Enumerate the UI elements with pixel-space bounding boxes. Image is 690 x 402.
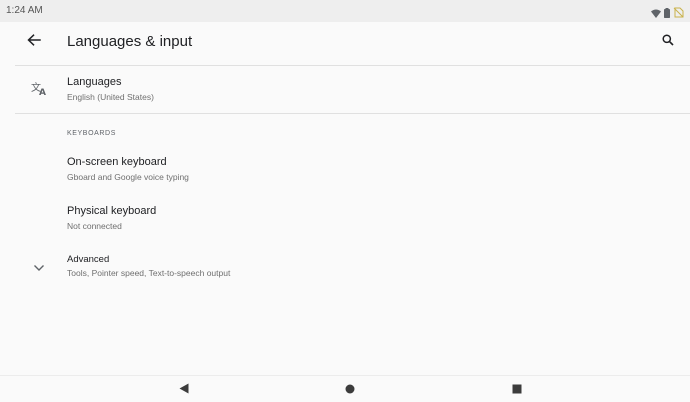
navigation-bar (0, 375, 690, 402)
nav-recents-button[interactable] (511, 384, 523, 396)
home-circle-icon (345, 381, 355, 399)
divider (15, 113, 690, 114)
page-title: Languages & input (67, 33, 193, 50)
advanced-summary: Tools, Pointer speed, Text-to-speech out… (67, 268, 231, 278)
back-button[interactable] (22, 30, 46, 54)
recents-square-icon (512, 381, 522, 399)
advanced-title: Advanced (67, 254, 110, 265)
physical-keyboard-title: Physical keyboard (67, 205, 157, 217)
back-triangle-icon (179, 381, 189, 399)
status-time: 1:24 AM (6, 5, 43, 16)
svg-text:A: A (39, 88, 46, 96)
languages-summary: English (United States) (67, 92, 154, 102)
on-screen-keyboard-item[interactable]: On-screen keyboard Gboard and Google voi… (0, 148, 690, 192)
arrow-back-icon (27, 33, 41, 51)
keyboards-category-header: KEYBOARDS (67, 130, 116, 137)
search-button[interactable] (656, 30, 680, 54)
physical-keyboard-item[interactable]: Physical keyboard Not connected (0, 197, 690, 241)
status-icons (651, 5, 684, 23)
app-bar: Languages & input (0, 22, 690, 65)
advanced-item[interactable]: Advanced Tools, Pointer speed, Text-to-s… (0, 248, 690, 288)
nav-back-button[interactable] (178, 381, 190, 399)
languages-item[interactable]: 文 A Languages English (United States) (0, 65, 690, 113)
nav-home-button[interactable] (344, 384, 356, 396)
search-icon (662, 33, 674, 51)
translate-icon: 文 A (30, 79, 48, 97)
on-screen-keyboard-title: On-screen keyboard (67, 156, 167, 168)
no-sim-icon (673, 5, 684, 23)
wifi-icon (651, 5, 661, 23)
status-bar: 1:24 AM (0, 0, 690, 22)
languages-title: Languages (67, 76, 122, 88)
on-screen-keyboard-summary: Gboard and Google voice typing (67, 172, 189, 182)
chevron-down-icon (30, 259, 48, 277)
physical-keyboard-summary: Not connected (67, 221, 122, 231)
battery-icon (664, 5, 670, 23)
